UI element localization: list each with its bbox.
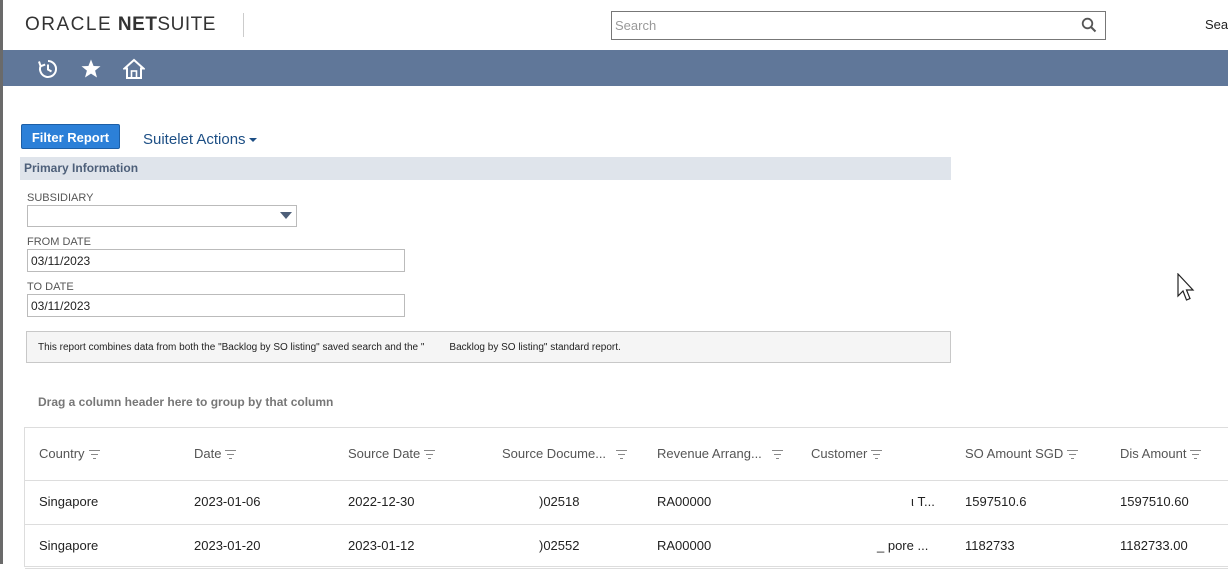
cell-so-amount-sgd: 1597510.6 [965, 494, 1027, 509]
global-search [611, 11, 1106, 40]
recent-records-icon[interactable] [37, 58, 59, 80]
filter-icon[interactable] [871, 450, 883, 460]
column-label: Source Date [348, 446, 421, 461]
column-header-so-amount-sgd[interactable]: SO Amount SGD [965, 446, 1079, 461]
cell-date: 2023-01-20 [194, 538, 261, 553]
logo-net: NET [117, 14, 158, 35]
filter-report-button[interactable]: Filter Report [21, 124, 120, 149]
cell-source-date: 2023-01-12 [348, 538, 415, 553]
column-header-source-document[interactable]: Source Docume... [502, 446, 628, 461]
to-date-value: 03/11/2023 [31, 299, 91, 313]
cell-customer: _ pore ... [877, 538, 929, 553]
suitelet-actions-label: Suitelet Actions [143, 131, 246, 148]
cell-source-document: )02552 [539, 538, 580, 553]
filter-icon[interactable] [1190, 450, 1202, 460]
grid-header: Country Date Source Date Source Docume..… [25, 428, 1228, 481]
logo-oracle: ORACLE [25, 14, 113, 35]
home-icon[interactable] [123, 58, 145, 80]
suitelet-actions-menu[interactable]: Suitelet Actions [143, 131, 257, 148]
filter-icon[interactable] [771, 450, 783, 460]
primary-information-header[interactable]: Primary Information [20, 157, 951, 180]
logo-suite: SUITE [157, 14, 216, 35]
search-icon[interactable] [1081, 17, 1097, 33]
cell-source-date: 2022-12-30 [348, 494, 415, 509]
column-header-country[interactable]: Country [39, 446, 100, 461]
table-row[interactable]: Singapore 2023-01-20 2023-01-12 )02552 R… [25, 524, 1228, 569]
logo-divider [243, 13, 244, 37]
search-link[interactable]: Sear [1205, 17, 1228, 32]
to-date-label: TO DATE [27, 281, 74, 293]
column-label: Dis Amount [1120, 446, 1187, 461]
cell-customer: ι T... [911, 494, 935, 509]
group-by-hint[interactable]: Drag a column header here to group by th… [38, 395, 333, 409]
report-grid: Country Date Source Date Source Docume..… [24, 427, 1228, 569]
filter-icon[interactable] [225, 450, 237, 460]
cell-dis-amount: 1597510.60 [1120, 494, 1189, 509]
column-label: Revenue Arrang... [657, 446, 762, 461]
cell-dis-amount: 1182733.00 [1120, 538, 1188, 553]
column-label: Country [39, 446, 85, 461]
from-date-value: 03/11/2023 [31, 254, 91, 268]
filter-icon[interactable] [424, 450, 436, 460]
filter-icon[interactable] [88, 450, 100, 460]
subsidiary-select[interactable] [27, 205, 297, 227]
from-date-label: FROM DATE [27, 236, 91, 248]
star-icon[interactable] [80, 58, 102, 80]
filter-icon[interactable] [616, 450, 628, 460]
cell-country: Singapore [39, 494, 99, 509]
caret-down-icon [248, 138, 257, 143]
search-input[interactable] [612, 12, 1075, 39]
to-date-field[interactable]: 03/11/2023 [27, 294, 405, 317]
column-label: SO Amount SGD [965, 446, 1064, 461]
subsidiary-label: SUBSIDIARY [27, 192, 94, 204]
column-label: Customer [811, 446, 868, 461]
netsuite-logo[interactable]: ORACLE NETSUITE [25, 14, 216, 36]
cell-date: 2023-01-06 [194, 494, 261, 509]
cell-country: Singapore [39, 538, 99, 553]
column-header-source-date[interactable]: Source Date [348, 446, 436, 461]
column-label: Date [194, 446, 222, 461]
column-label: Source Docume... [502, 446, 607, 461]
cell-source-document: )02518 [539, 494, 580, 509]
cell-revenue-arrangement: RA00000 [657, 538, 712, 553]
table-row[interactable]: Singapore 2023-01-06 2022-12-30 )02518 R… [25, 480, 1228, 525]
column-header-revenue-arrangement[interactable]: Revenue Arrang... [657, 446, 783, 461]
cell-so-amount-sgd: 1182733 [965, 538, 1015, 553]
filter-icon[interactable] [1067, 450, 1079, 460]
left-rail [0, 86, 3, 564]
dropdown-arrow-icon[interactable] [280, 212, 292, 219]
column-header-customer[interactable]: Customer [811, 446, 883, 461]
column-header-date[interactable]: Date [194, 446, 237, 461]
report-note: This report combines data from both the … [26, 331, 951, 363]
cell-revenue-arrangement: RA00000 [657, 494, 712, 509]
navigation-bar [0, 50, 1228, 86]
from-date-field[interactable]: 03/11/2023 [27, 249, 405, 272]
mouse-cursor-icon [1177, 273, 1195, 301]
top-bar: ORACLE NETSUITE Sear [0, 0, 1228, 50]
column-header-dis-amount[interactable]: Dis Amount [1120, 446, 1202, 461]
